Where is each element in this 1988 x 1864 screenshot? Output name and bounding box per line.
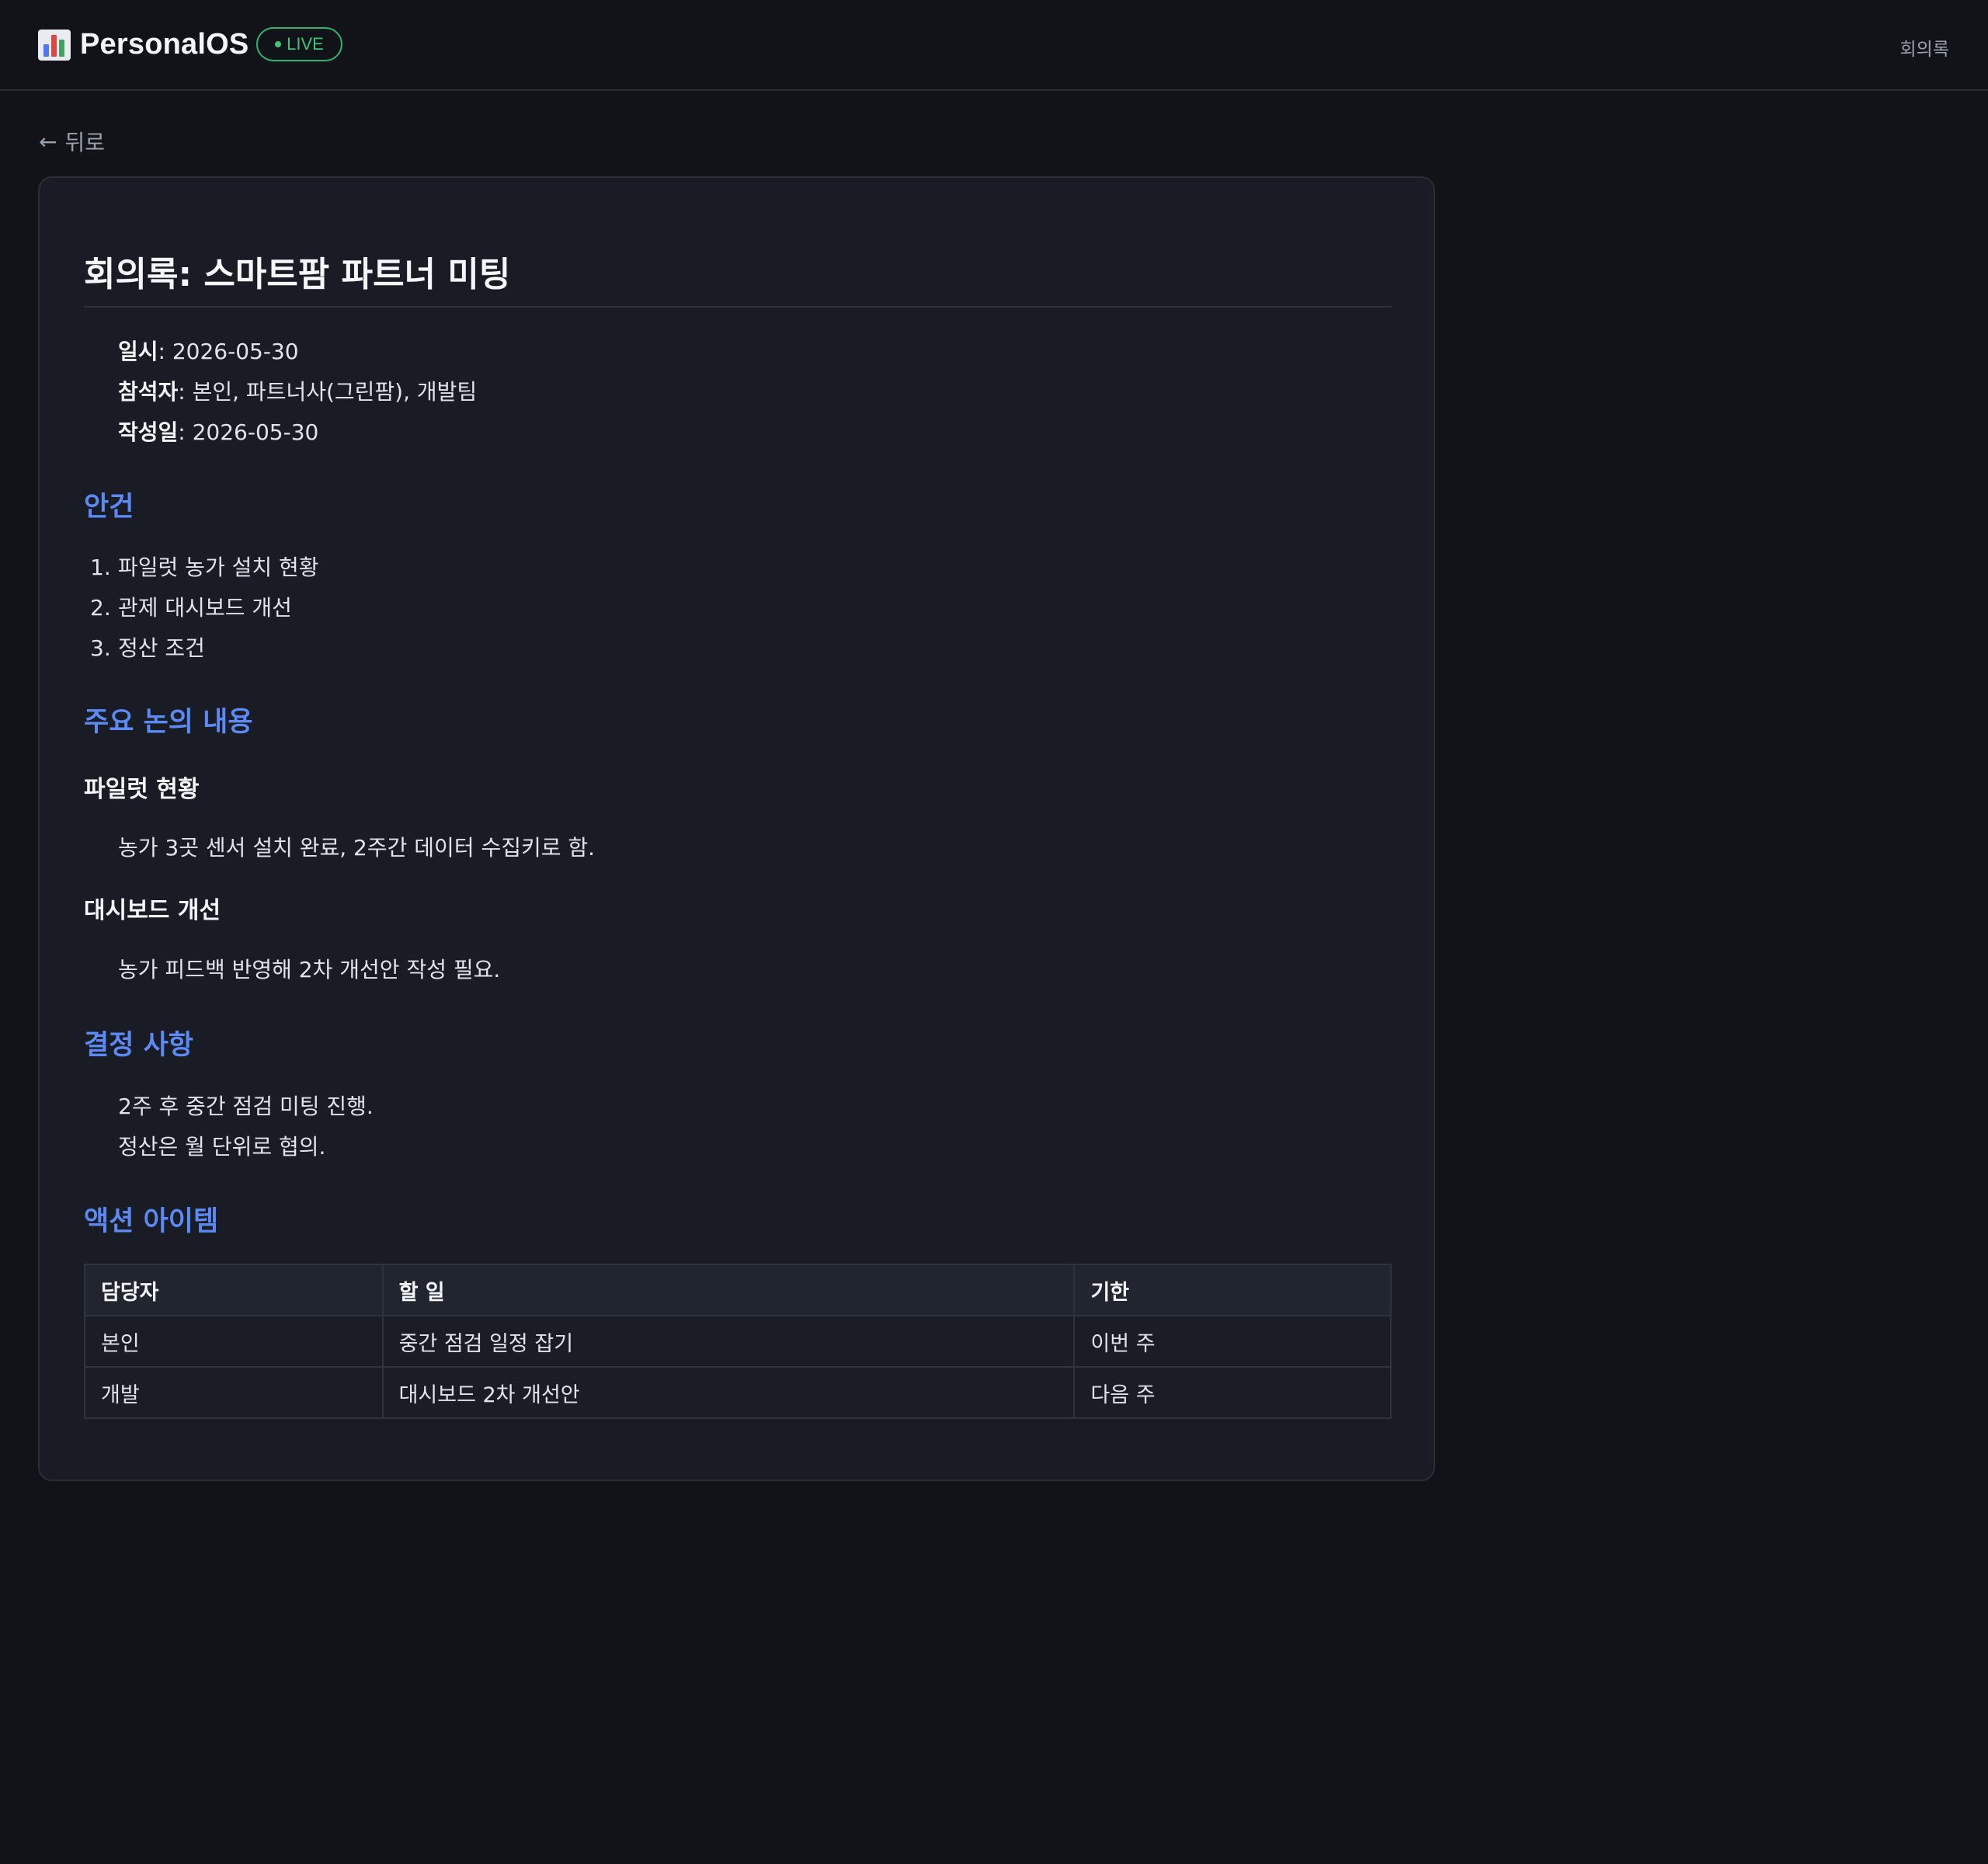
decision-line: 정산은 월 단위로 협의. bbox=[118, 1134, 326, 1160]
column-header-due: 기한 bbox=[1073, 1264, 1392, 1316]
topic-body-dashboard: 농가 피드백 반영해 2차 개선안 작성 필요. bbox=[118, 957, 501, 982]
meta-value: : 본인, 파트너사(그린팜), 개발팀 bbox=[178, 379, 478, 405]
table-row: 개발 대시보드 2차 개선안 다음 주 bbox=[84, 1366, 1392, 1419]
topic-body-pilot: 농가 3곳 센서 설치 완료, 2주간 데이터 수집키로 함. bbox=[118, 835, 596, 861]
meta-label: 참석자 bbox=[118, 379, 179, 405]
table-row: 본인 중간 점검 일정 잡기 이번 주 bbox=[84, 1315, 1392, 1368]
agenda-heading: 안건 bbox=[84, 492, 134, 523]
title-divider bbox=[84, 306, 1392, 308]
meta-value: : 2026-05-30 bbox=[158, 339, 299, 364]
back-link-label: 뒤로 bbox=[64, 130, 105, 155]
decisions-heading: 결정 사항 bbox=[84, 1030, 193, 1061]
cell-task: 중간 점검 일정 잡기 bbox=[381, 1315, 1076, 1368]
list-number: 3. bbox=[90, 635, 111, 661]
left-arrow-icon: ← bbox=[39, 128, 57, 155]
agenda-item-text: 관제 대시보드 개선 bbox=[118, 595, 292, 621]
agenda-item: 1. 파일럿 농가 설치 현황 bbox=[90, 551, 319, 582]
cell-task: 대시보드 2차 개선안 bbox=[381, 1366, 1076, 1419]
meta-label: 일시 bbox=[118, 339, 158, 364]
brand-name: PersonalOS bbox=[80, 28, 249, 61]
agenda-item-text: 파일럿 농가 설치 현황 bbox=[118, 555, 319, 580]
agenda-item: 3. 정산 조건 bbox=[90, 631, 205, 662]
cell-owner: 본인 bbox=[84, 1315, 384, 1368]
agenda-item: 2. 관제 대시보드 개선 bbox=[90, 591, 292, 622]
nav-link-meeting-notes[interactable]: 회의록 bbox=[1900, 34, 1949, 61]
top-bar: PersonalOS LIVE 회의록 bbox=[0, 0, 1988, 91]
meta-written-date: 작성일: 2026-05-30 bbox=[118, 416, 318, 447]
back-link[interactable]: ← 뒤로 bbox=[39, 126, 105, 157]
meta-label: 작성일 bbox=[118, 419, 179, 445]
table-header-row: 담당자 할 일 기한 bbox=[84, 1264, 1392, 1316]
cell-due: 다음 주 bbox=[1073, 1366, 1392, 1419]
list-number: 2. bbox=[90, 595, 111, 621]
decision-line: 2주 후 중간 점검 미팅 진행. bbox=[118, 1094, 374, 1119]
live-badge-label: LIVE bbox=[287, 34, 324, 54]
column-header-owner: 담당자 bbox=[84, 1264, 384, 1316]
discussion-heading: 주요 논의 내용 bbox=[84, 707, 253, 738]
live-dot-icon bbox=[275, 41, 282, 47]
brand[interactable]: PersonalOS bbox=[38, 28, 248, 61]
topic-heading-pilot: 파일럿 현황 bbox=[84, 776, 200, 803]
topic-heading-dashboard: 대시보드 개선 bbox=[84, 897, 221, 924]
meta-value: : 2026-05-30 bbox=[178, 419, 319, 445]
action-items-table: 담당자 할 일 기한 본인 중간 점검 일정 잡기 이번 주 개발 대시보드 2… bbox=[84, 1264, 1392, 1419]
live-status-badge: LIVE bbox=[256, 27, 342, 61]
column-header-task: 할 일 bbox=[381, 1264, 1076, 1316]
page-title: 회의록: 스마트팜 파트너 미팅 bbox=[84, 255, 511, 294]
list-number: 1. bbox=[90, 555, 111, 580]
agenda-item-text: 정산 조건 bbox=[118, 635, 205, 661]
action-items-heading: 액션 아이템 bbox=[84, 1206, 219, 1237]
meta-date: 일시: 2026-05-30 bbox=[118, 335, 299, 366]
bar-chart-icon bbox=[38, 29, 71, 61]
cell-owner: 개발 bbox=[84, 1366, 384, 1419]
document-card: 회의록: 스마트팜 파트너 미팅 일시: 2026-05-30 참석자: 본인,… bbox=[38, 176, 1435, 1481]
cell-due: 이번 주 bbox=[1073, 1315, 1392, 1368]
meta-attendees: 참석자: 본인, 파트너사(그린팜), 개발팀 bbox=[118, 375, 477, 406]
